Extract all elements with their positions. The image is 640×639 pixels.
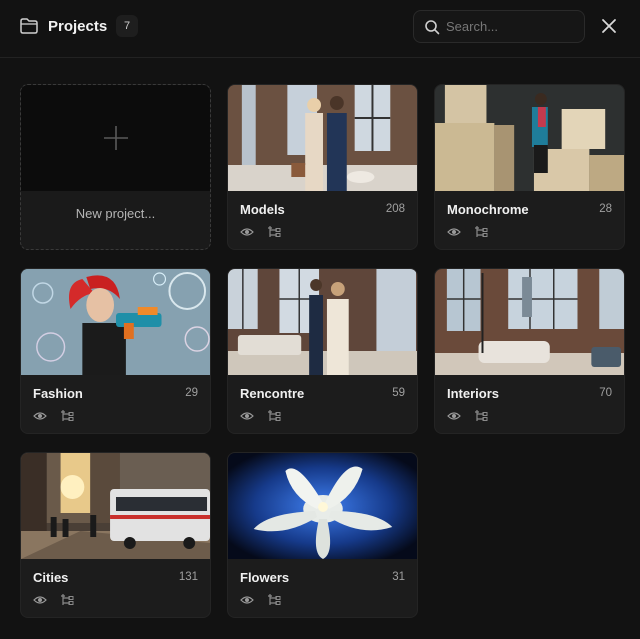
page-title: Projects bbox=[48, 18, 108, 35]
project-count: 131 bbox=[178, 571, 198, 583]
folder-icon bbox=[20, 18, 38, 34]
plus-icon bbox=[104, 126, 128, 150]
project-card-fashion[interactable]: Fashion 29 bbox=[20, 268, 211, 434]
project-count: 31 bbox=[392, 571, 405, 583]
search-icon bbox=[425, 20, 440, 35]
new-project-preview bbox=[21, 85, 210, 191]
eye-icon[interactable] bbox=[240, 225, 254, 239]
project-thumbnail bbox=[228, 85, 417, 191]
new-project-label: New project... bbox=[75, 206, 156, 221]
project-card-cities[interactable]: Cities 131 bbox=[20, 452, 211, 618]
eye-icon[interactable] bbox=[240, 409, 254, 423]
project-count: 59 bbox=[392, 387, 405, 399]
project-count: 28 bbox=[599, 203, 612, 215]
search-box[interactable] bbox=[413, 10, 585, 43]
project-count: 70 bbox=[599, 387, 612, 399]
search-input[interactable] bbox=[446, 11, 578, 42]
hierarchy-icon[interactable] bbox=[60, 593, 74, 607]
project-name: Models bbox=[240, 202, 285, 217]
eye-icon[interactable] bbox=[240, 593, 254, 607]
project-thumbnail bbox=[435, 269, 624, 375]
project-count: 208 bbox=[385, 203, 405, 215]
project-count-badge: 7 bbox=[116, 15, 138, 37]
header-bar: Projects 7 bbox=[0, 0, 640, 58]
project-name: Cities bbox=[33, 570, 69, 585]
project-card-flowers[interactable]: Flowers 31 bbox=[227, 452, 418, 618]
hierarchy-icon[interactable] bbox=[474, 225, 488, 239]
project-thumbnail bbox=[435, 85, 624, 191]
project-card-rencontre[interactable]: Rencontre 59 bbox=[227, 268, 418, 434]
project-card-models[interactable]: Models 208 bbox=[227, 84, 418, 250]
eye-icon[interactable] bbox=[33, 593, 47, 607]
eye-icon[interactable] bbox=[33, 409, 47, 423]
hierarchy-icon[interactable] bbox=[267, 409, 281, 423]
project-name: Fashion bbox=[33, 386, 83, 401]
project-count: 29 bbox=[185, 387, 198, 399]
eye-icon[interactable] bbox=[447, 409, 461, 423]
eye-icon[interactable] bbox=[447, 225, 461, 239]
close-icon[interactable] bbox=[600, 17, 618, 35]
project-thumbnail bbox=[228, 453, 417, 559]
project-card-interiors[interactable]: Interiors 70 bbox=[434, 268, 625, 434]
project-name: Monochrome bbox=[447, 202, 529, 217]
project-name: Flowers bbox=[240, 570, 290, 585]
hierarchy-icon[interactable] bbox=[474, 409, 488, 423]
project-thumbnail bbox=[21, 453, 210, 559]
hierarchy-icon[interactable] bbox=[60, 409, 74, 423]
project-name: Rencontre bbox=[240, 386, 305, 401]
new-project-card[interactable]: New project... bbox=[20, 84, 211, 250]
project-thumbnail bbox=[228, 269, 417, 375]
project-name: Interiors bbox=[447, 386, 500, 401]
hierarchy-icon[interactable] bbox=[267, 593, 281, 607]
hierarchy-icon[interactable] bbox=[267, 225, 281, 239]
project-thumbnail bbox=[21, 269, 210, 375]
project-card-monochrome[interactable]: Monochrome 28 bbox=[434, 84, 625, 250]
